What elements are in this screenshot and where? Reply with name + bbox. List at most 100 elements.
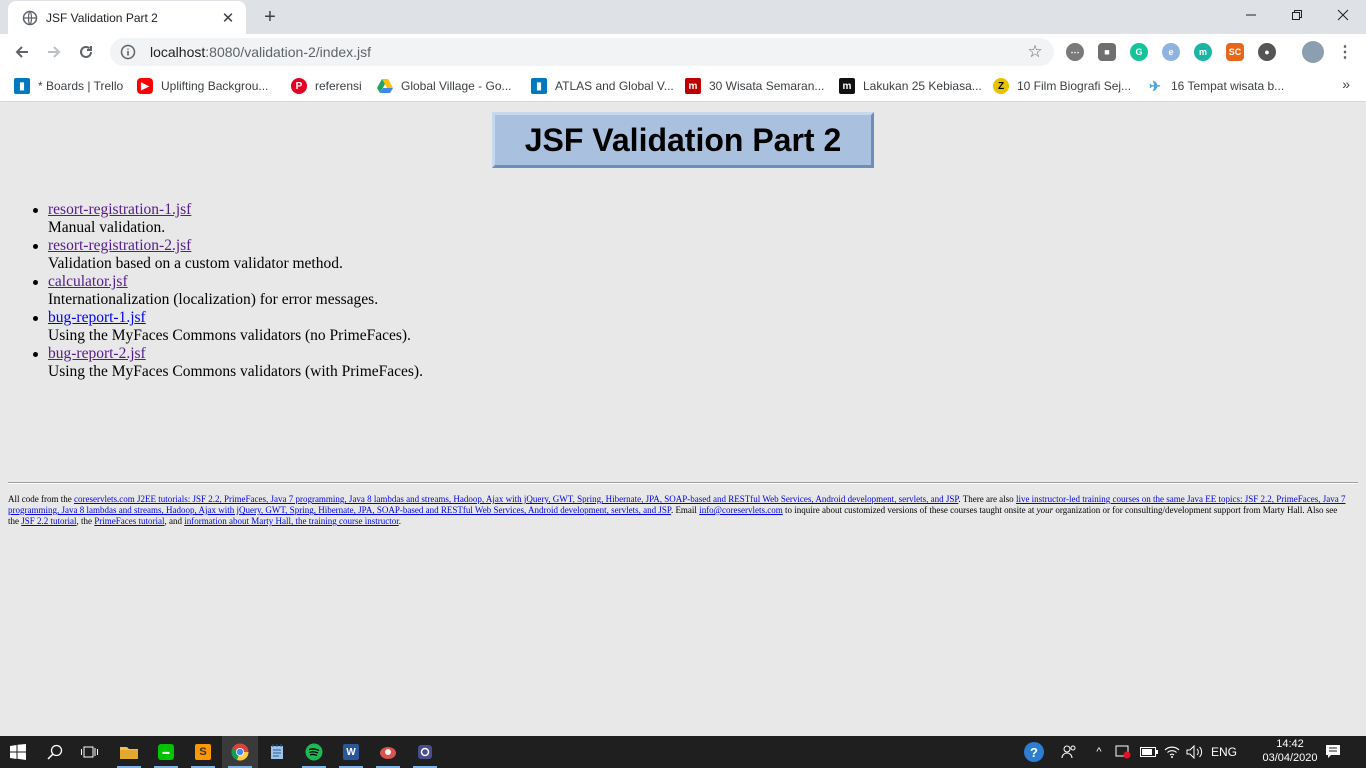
item-description: Using the MyFaces Commons validators (wi… bbox=[48, 363, 423, 380]
bug-report-2-link[interactable]: bug-report-2.jsf bbox=[48, 345, 146, 362]
wifi-icon[interactable] bbox=[1162, 736, 1182, 768]
google-drive-icon bbox=[377, 78, 393, 94]
z-logo-icon: Z bbox=[993, 78, 1009, 94]
list-item: bug-report-2.jsf Using the MyFaces Commo… bbox=[33, 345, 423, 381]
search-icon[interactable] bbox=[37, 736, 73, 768]
word-icon[interactable]: W bbox=[333, 736, 369, 768]
divider bbox=[8, 482, 1358, 484]
spotify-icon[interactable] bbox=[296, 736, 332, 768]
bookmark-item[interactable]: m Lakukan 25 Kebiasa... bbox=[839, 76, 982, 96]
show-hidden-icons-chevron-icon[interactable]: ^ bbox=[1090, 736, 1108, 768]
resort-registration-1-link[interactable]: resort-registration-1.jsf bbox=[48, 201, 191, 218]
line-app-icon[interactable]: ▬ bbox=[148, 736, 184, 768]
close-tab-icon[interactable]: ✕ bbox=[220, 10, 236, 27]
footer-link-tutorials[interactable]: coreservlets.com J2EE tutorials: JSF 2.2… bbox=[74, 494, 958, 504]
address-bar[interactable]: localhost:8080/validation-2/index.jsf ☆ bbox=[110, 38, 1054, 66]
bookmark-item[interactable]: ✈ 16 Tempat wisata b... bbox=[1147, 76, 1284, 96]
minimize-button[interactable] bbox=[1228, 0, 1274, 30]
reload-button[interactable] bbox=[72, 38, 100, 66]
people-icon[interactable] bbox=[1056, 736, 1082, 768]
word-logo: W bbox=[343, 744, 359, 760]
bird-icon: ✈ bbox=[1149, 77, 1161, 94]
bullet bbox=[33, 352, 38, 357]
edge-extension-icon[interactable]: e bbox=[1162, 43, 1180, 61]
windows-taskbar: ▬ S W ? ^ ENG 14:42 03/04/2020 bbox=[0, 736, 1366, 768]
forward-button[interactable] bbox=[40, 38, 68, 66]
chrome-taskbar-icon[interactable] bbox=[222, 736, 258, 768]
grammarly-icon[interactable]: G bbox=[1130, 43, 1148, 61]
item-description: Validation based on a custom validator m… bbox=[48, 255, 343, 272]
task-view-icon[interactable] bbox=[72, 736, 108, 768]
tab-title: JSF Validation Part 2 bbox=[46, 10, 158, 25]
info-icon[interactable] bbox=[120, 44, 136, 60]
browser-tab[interactable]: JSF Validation Part 2 ✕ bbox=[8, 1, 246, 34]
item-description: Internationalization (localization) for … bbox=[48, 291, 379, 308]
list-item: calculator.jsf Internationalization (loc… bbox=[33, 273, 423, 309]
profile-avatar-icon[interactable] bbox=[1302, 41, 1324, 63]
medium-icon: m bbox=[839, 78, 855, 94]
sublime-text-icon[interactable]: S bbox=[185, 736, 221, 768]
notifications-icon[interactable] bbox=[1320, 736, 1346, 768]
bullet bbox=[33, 208, 38, 213]
settings-app-icon[interactable] bbox=[407, 736, 443, 768]
footer-link-email[interactable]: info@coreservlets.com bbox=[699, 505, 783, 515]
chat-extension-icon[interactable]: ⋯ bbox=[1066, 43, 1084, 61]
clock-time: 14:42 bbox=[1276, 738, 1304, 750]
bookmark-item[interactable]: ▮ ATLAS and Global V... bbox=[531, 76, 674, 96]
bookmark-item[interactable]: Global Village - Go... bbox=[377, 76, 512, 96]
resort-registration-2-link[interactable]: resort-registration-2.jsf bbox=[48, 237, 191, 254]
system-clock[interactable]: 14:42 03/04/2020 bbox=[1260, 737, 1320, 765]
page-title-box: JSF Validation Part 2 bbox=[492, 112, 874, 168]
m-extension-icon[interactable]: m bbox=[1194, 43, 1212, 61]
restore-button[interactable] bbox=[1274, 0, 1320, 30]
bookmark-item[interactable]: ▮ * Boards | Trello bbox=[14, 76, 123, 96]
bookmark-item[interactable]: P referensi bbox=[291, 76, 362, 96]
menu-kebab-icon[interactable]: ⋮ bbox=[1336, 43, 1354, 61]
circle-extension-icon[interactable]: ● bbox=[1258, 43, 1276, 61]
trello-icon: ▮ bbox=[531, 78, 547, 94]
network-warning-icon[interactable] bbox=[1112, 736, 1134, 768]
footer-link-primefaces-tutorial[interactable]: PrimeFaces tutorial bbox=[94, 516, 164, 526]
youtube-icon: ▶ bbox=[137, 78, 153, 94]
list-item: resort-registration-2.jsf Validation bas… bbox=[33, 237, 423, 273]
calculator-link[interactable]: calculator.jsf bbox=[48, 273, 128, 290]
more-bookmarks-icon[interactable]: » bbox=[1342, 76, 1350, 92]
notepad-icon[interactable] bbox=[259, 736, 295, 768]
browser-toolbar: localhost:8080/validation-2/index.jsf ☆ … bbox=[0, 34, 1366, 70]
list-item: resort-registration-1.jsf Manual validat… bbox=[33, 201, 423, 237]
volume-icon[interactable] bbox=[1184, 736, 1206, 768]
page-content: JSF Validation Part 2 resort-registratio… bbox=[0, 103, 1366, 736]
bullet bbox=[33, 316, 38, 321]
bullet bbox=[33, 280, 38, 285]
bug-report-1-link[interactable]: bug-report-1.jsf bbox=[48, 309, 146, 326]
file-explorer-icon[interactable] bbox=[111, 736, 147, 768]
close-window-button[interactable] bbox=[1320, 0, 1366, 30]
footer-link-marty-hall[interactable]: information about Marty Hall, the traini… bbox=[184, 516, 398, 526]
bookmark-item[interactable]: ▶ Uplifting Backgrou... bbox=[137, 76, 268, 96]
bookmarks-bar: ▮ * Boards | Trello ▶ Uplifting Backgrou… bbox=[0, 70, 1366, 102]
line-logo: ▬ bbox=[158, 744, 174, 760]
battery-icon[interactable] bbox=[1138, 736, 1160, 768]
back-button[interactable] bbox=[8, 38, 36, 66]
start-button[interactable] bbox=[0, 736, 36, 768]
cube-extension-icon[interactable]: ■ bbox=[1098, 43, 1116, 61]
item-description: Using the MyFaces Commons validators (no… bbox=[48, 327, 411, 344]
m-logo-icon: m bbox=[685, 78, 701, 94]
sublime-logo: S bbox=[195, 744, 211, 760]
sc-extension-icon[interactable]: SC bbox=[1226, 43, 1244, 61]
footer-link-jsf-tutorial[interactable]: JSF 2.2 tutorial bbox=[21, 516, 76, 526]
pinterest-icon: P bbox=[291, 78, 307, 94]
url-text: localhost:8080/validation-2/index.jsf bbox=[150, 44, 372, 60]
bookmark-item[interactable]: Z 10 Film Biografi Sej... bbox=[993, 76, 1131, 96]
bullet bbox=[33, 244, 38, 249]
help-icon[interactable]: ? bbox=[1020, 736, 1048, 768]
item-description: Manual validation. bbox=[48, 219, 166, 236]
language-indicator[interactable]: ENG bbox=[1208, 736, 1240, 768]
new-tab-button[interactable]: + bbox=[258, 6, 282, 28]
bookmark-star-icon[interactable]: ☆ bbox=[1026, 42, 1044, 61]
snipping-tool-icon[interactable] bbox=[370, 736, 406, 768]
page-title: JSF Validation Part 2 bbox=[524, 121, 842, 158]
bookmark-item[interactable]: m 30 Wisata Semaran... bbox=[685, 76, 824, 96]
trello-icon: ▮ bbox=[14, 78, 30, 94]
example-list: resort-registration-1.jsf Manual validat… bbox=[33, 201, 423, 381]
